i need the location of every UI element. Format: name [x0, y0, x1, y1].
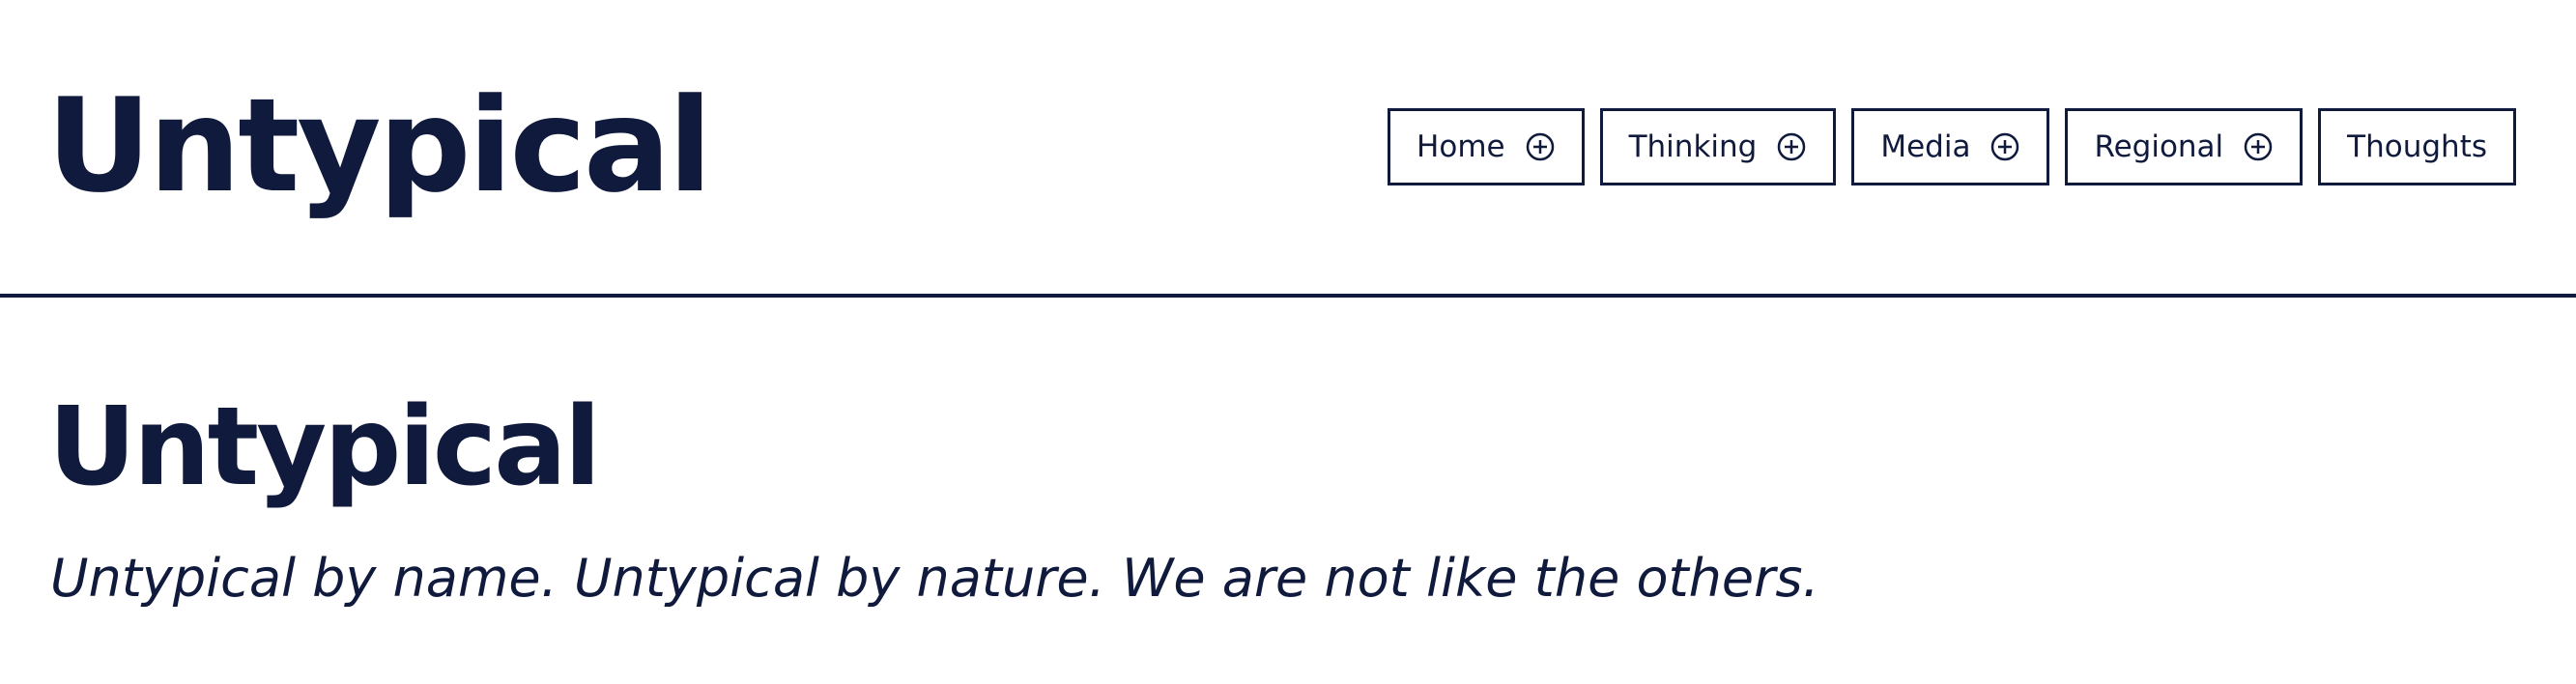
- nav-item-media[interactable]: Media: [1851, 108, 2050, 185]
- main-content: Untypical Untypical by name. Untypical b…: [0, 298, 2576, 684]
- site-header: Untypical Home Thinking Media Regional T…: [0, 0, 2576, 298]
- nav-item-label: Media: [1880, 129, 1971, 164]
- nav-item-label: Thinking: [1628, 129, 1758, 164]
- nav-item-label: Thoughts: [2347, 129, 2487, 164]
- main-nav: Home Thinking Media Regional Thoughts: [1388, 108, 2516, 185]
- nav-item-regional[interactable]: Regional: [2065, 108, 2304, 185]
- plus-circle-icon[interactable]: [1525, 131, 1556, 162]
- nav-item-thoughts[interactable]: Thoughts: [2318, 108, 2516, 185]
- site-logo[interactable]: Untypical: [46, 81, 712, 211]
- nav-item-thinking[interactable]: Thinking: [1599, 108, 1837, 185]
- plus-circle-icon[interactable]: [1989, 131, 2020, 162]
- nav-item-home[interactable]: Home: [1388, 108, 1585, 185]
- nav-item-label: Home: [1417, 129, 1505, 164]
- plus-circle-icon[interactable]: [1776, 131, 1807, 162]
- tagline: Untypical by name. Untypical by nature. …: [50, 548, 1819, 609]
- nav-item-label: Regional: [2094, 129, 2224, 164]
- plus-circle-icon[interactable]: [2243, 131, 2274, 162]
- page-title: Untypical: [48, 385, 601, 510]
